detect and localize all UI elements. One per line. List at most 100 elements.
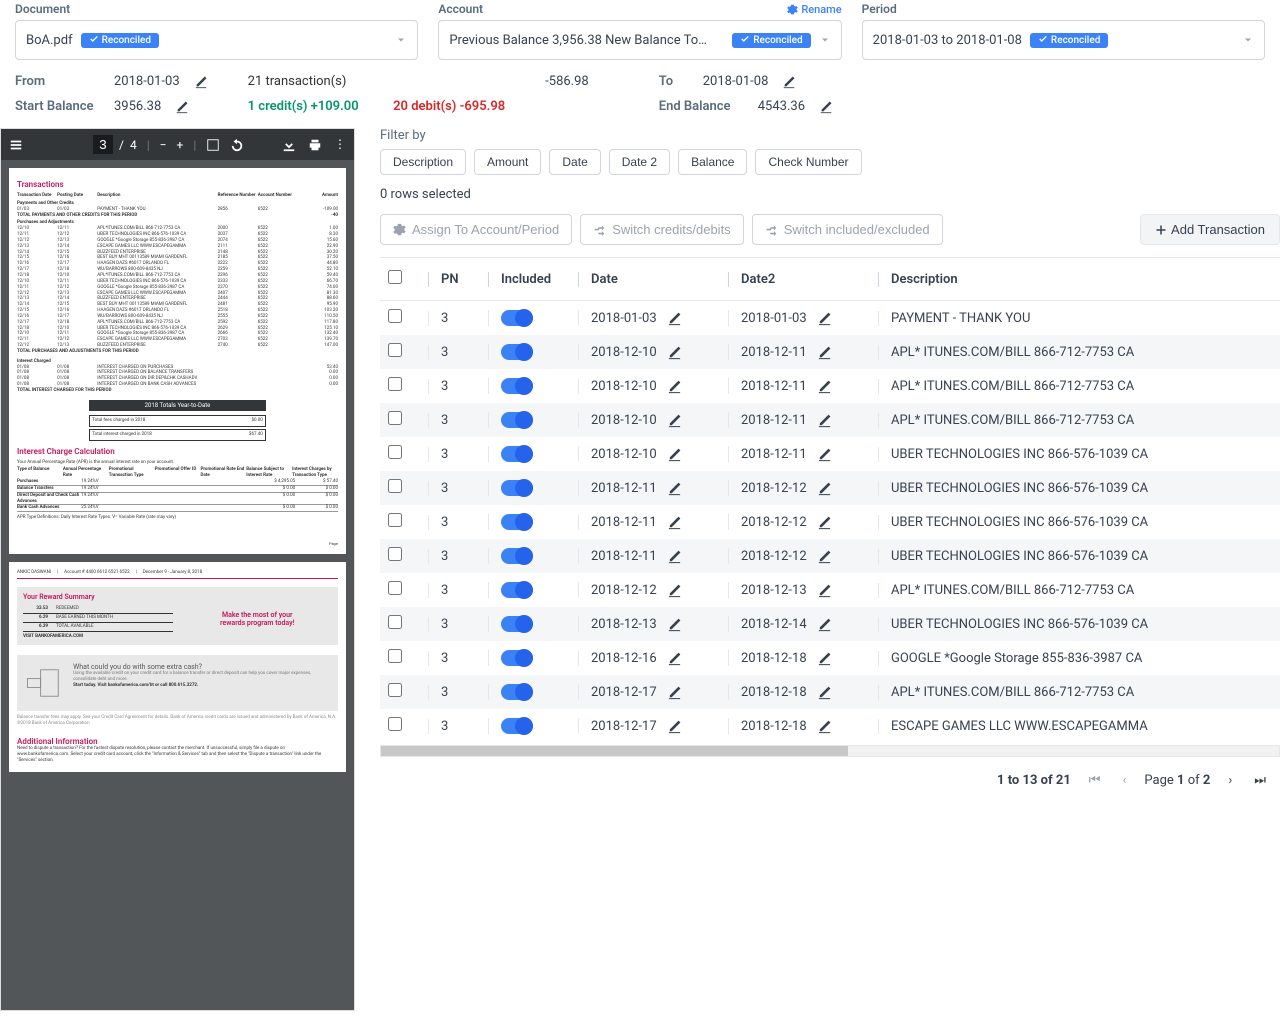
edit-icon[interactable] xyxy=(817,514,832,529)
edit-icon[interactable] xyxy=(667,446,682,461)
download-icon[interactable] xyxy=(282,137,296,152)
edit-icon[interactable] xyxy=(817,378,832,393)
edit-icon[interactable] xyxy=(175,99,189,114)
pager-next-icon[interactable]: › xyxy=(1224,771,1236,790)
zoom-out-icon[interactable]: − xyxy=(160,138,167,152)
cell-date2: 2018-12-18 xyxy=(741,651,807,666)
fit-icon[interactable] xyxy=(206,137,220,152)
rotate-icon[interactable] xyxy=(230,137,244,152)
pager-prev-icon[interactable]: ‹ xyxy=(1119,771,1131,790)
edit-icon[interactable] xyxy=(817,582,832,597)
edit-icon[interactable] xyxy=(819,99,833,114)
pdf-page-input[interactable] xyxy=(93,135,113,154)
edit-icon[interactable] xyxy=(667,514,682,529)
table-row: 32018-01-032018-01-03PAYMENT - THANK YOU xyxy=(380,301,1280,335)
row-checkbox[interactable] xyxy=(388,649,402,663)
account-select[interactable]: Previous Balance 3,956.38 New Balance To… xyxy=(438,20,841,60)
switch-included-excluded-button[interactable]: Switch included/excluded xyxy=(752,214,943,245)
edit-icon[interactable] xyxy=(817,412,832,427)
assign-button[interactable]: Assign To Account/Period xyxy=(380,214,572,245)
row-checkbox[interactable] xyxy=(388,309,402,323)
edit-icon[interactable] xyxy=(817,480,832,495)
edit-icon[interactable] xyxy=(194,74,208,89)
edit-icon[interactable] xyxy=(817,718,832,733)
edit-icon[interactable] xyxy=(817,446,832,461)
zoom-in-icon[interactable]: + xyxy=(177,138,184,152)
th-description[interactable]: Description xyxy=(878,272,1272,287)
included-toggle[interactable] xyxy=(501,718,533,734)
filter-pill-amount[interactable]: Amount xyxy=(474,149,541,175)
pdf-body[interactable]: Transactions Transaction DatePosting Dat… xyxy=(1,160,354,1010)
edit-icon[interactable] xyxy=(782,74,796,89)
row-checkbox[interactable] xyxy=(388,343,402,357)
included-toggle[interactable] xyxy=(501,514,533,530)
row-checkbox[interactable] xyxy=(388,479,402,493)
row-checkbox[interactable] xyxy=(388,615,402,629)
row-checkbox[interactable] xyxy=(388,683,402,697)
cell-date2: 2018-12-13 xyxy=(741,583,807,598)
pager-first-icon[interactable]: ⏮ xyxy=(1085,771,1105,790)
included-toggle[interactable] xyxy=(501,650,533,666)
cell-description: PAYMENT - THANK YOU xyxy=(878,311,1272,326)
edit-icon[interactable] xyxy=(667,378,682,393)
document-select[interactable]: BoA.pdf Reconciled xyxy=(15,20,418,60)
row-checkbox[interactable] xyxy=(388,411,402,425)
filter-pill-description[interactable]: Description xyxy=(380,149,466,175)
row-checkbox[interactable] xyxy=(388,717,402,731)
table-row: 32018-12-102018-12-11UBER TECHNOLOGIES I… xyxy=(380,437,1280,471)
hamburger-icon[interactable] xyxy=(9,137,23,152)
edit-icon[interactable] xyxy=(817,650,832,665)
included-toggle[interactable] xyxy=(501,480,533,496)
included-toggle[interactable] xyxy=(501,378,533,394)
edit-icon[interactable] xyxy=(667,412,682,427)
row-checkbox[interactable] xyxy=(388,445,402,459)
edit-icon[interactable] xyxy=(667,684,682,699)
row-checkbox[interactable] xyxy=(388,513,402,527)
print-icon[interactable] xyxy=(308,137,322,152)
add-transaction-button[interactable]: Add Transaction xyxy=(1140,214,1280,245)
filter-pill-date-2[interactable]: Date 2 xyxy=(609,149,670,175)
gear-icon xyxy=(393,223,406,236)
included-toggle[interactable] xyxy=(501,616,533,632)
edit-icon[interactable] xyxy=(667,480,682,495)
edit-icon[interactable] xyxy=(667,616,682,631)
included-toggle[interactable] xyxy=(501,548,533,564)
cell-date2: 2018-12-11 xyxy=(741,413,807,428)
row-checkbox[interactable] xyxy=(388,547,402,561)
th-included[interactable]: Included xyxy=(488,272,578,287)
cell-date2: 2018-01-03 xyxy=(741,311,807,326)
included-toggle[interactable] xyxy=(501,446,533,462)
edit-icon[interactable] xyxy=(667,310,682,325)
included-toggle[interactable] xyxy=(501,684,533,700)
filter-pill-check-number[interactable]: Check Number xyxy=(755,149,861,175)
included-toggle[interactable] xyxy=(501,344,533,360)
th-date[interactable]: Date xyxy=(578,272,728,287)
rename-button[interactable]: Rename xyxy=(787,3,841,16)
edit-icon[interactable] xyxy=(667,582,682,597)
period-select[interactable]: 2018-01-03 to 2018-01-08 Reconciled xyxy=(862,20,1265,60)
edit-icon[interactable] xyxy=(667,344,682,359)
select-all-checkbox[interactable] xyxy=(388,270,402,284)
edit-icon[interactable] xyxy=(817,684,832,699)
switch-credits-debits-button[interactable]: Switch credits/debits xyxy=(580,214,744,245)
th-pn[interactable]: PN xyxy=(428,272,488,287)
edit-icon[interactable] xyxy=(817,344,832,359)
edit-icon[interactable] xyxy=(667,650,682,665)
filter-pill-date[interactable]: Date xyxy=(549,149,600,175)
horizontal-scrollbar[interactable] xyxy=(380,745,1280,757)
included-toggle[interactable] xyxy=(501,412,533,428)
cell-date: 2018-12-10 xyxy=(591,413,657,428)
row-checkbox[interactable] xyxy=(388,377,402,391)
row-checkbox[interactable] xyxy=(388,581,402,595)
more-icon[interactable]: ⋮ xyxy=(334,137,346,152)
edit-icon[interactable] xyxy=(817,616,832,631)
pager-last-icon[interactable]: ⏭ xyxy=(1250,771,1270,790)
included-toggle[interactable] xyxy=(501,582,533,598)
edit-icon[interactable] xyxy=(817,310,832,325)
edit-icon[interactable] xyxy=(667,548,682,563)
th-date2[interactable]: Date2 xyxy=(728,272,878,287)
filter-pill-balance[interactable]: Balance xyxy=(678,149,747,175)
edit-icon[interactable] xyxy=(817,548,832,563)
edit-icon[interactable] xyxy=(667,718,682,733)
included-toggle[interactable] xyxy=(501,310,533,326)
